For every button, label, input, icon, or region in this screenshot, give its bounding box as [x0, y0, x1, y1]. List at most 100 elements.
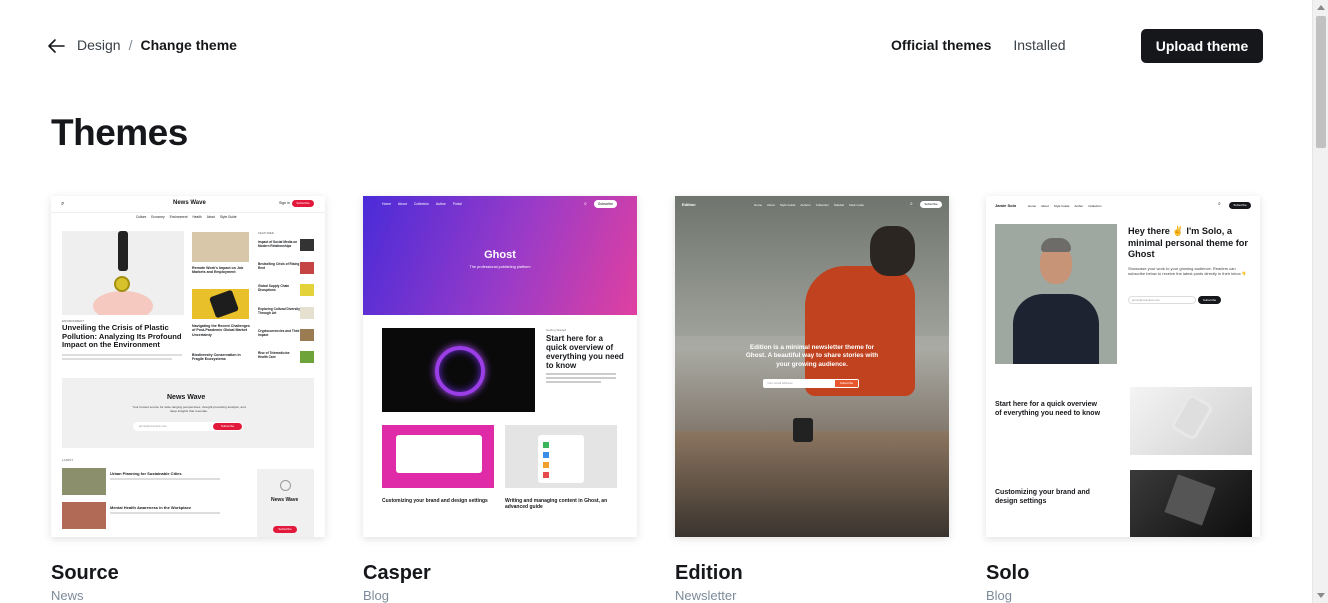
theme-category: Newsletter — [675, 588, 737, 603]
portrait-image — [995, 224, 1117, 364]
menu-item: Home — [1028, 204, 1037, 208]
banner-title: News Wave — [167, 394, 206, 401]
menu-item: Home — [382, 202, 392, 206]
menu-item: Home — [754, 203, 763, 207]
decor — [1013, 294, 1099, 364]
decor — [543, 452, 549, 458]
preview-button: Subscribe — [1198, 296, 1221, 304]
decor — [1164, 474, 1216, 526]
page-title: Themes — [51, 112, 188, 153]
scroll-up-arrow-icon[interactable] — [1317, 5, 1325, 10]
menu-item: Collection — [1088, 204, 1102, 208]
theme-card-edition[interactable]: Edition Home About Style Guide Authors C… — [675, 196, 949, 603]
menu-item: Portal — [452, 202, 462, 206]
decor — [546, 381, 601, 383]
decor — [675, 431, 949, 537]
theme-name: Casper — [363, 562, 431, 584]
menu-item: About — [1041, 204, 1049, 208]
article-title: Navigating the Recent Challenges of Post… — [192, 324, 250, 337]
side-thumb — [300, 351, 314, 363]
breadcrumb-current: Change theme — [140, 37, 237, 53]
side-thumb — [300, 307, 314, 319]
preview-site-title: Jamie Solo — [995, 203, 1017, 208]
hero-image — [62, 231, 184, 315]
search-icon: ⌕ — [910, 201, 913, 207]
theme-card-solo[interactable]: Jamie Solo Home About Style Guide Author… — [986, 196, 1260, 603]
menu-item: Culture — [136, 215, 147, 219]
theme-category: News — [51, 588, 84, 603]
card-image — [382, 425, 494, 488]
side-thumb — [300, 284, 314, 296]
menu-item: About — [767, 203, 775, 207]
menu-item: Environment — [169, 215, 188, 219]
side-thumb — [300, 329, 314, 341]
preview-tagline: The professional publishing platform — [469, 265, 531, 269]
menu-item: Economy — [151, 215, 165, 219]
tab-installed[interactable]: Installed — [1013, 37, 1065, 53]
menu-item: Style Guide — [220, 215, 237, 219]
banner-subscribe: Subscribe — [213, 423, 242, 430]
theme-name: Edition — [675, 562, 743, 584]
theme-preview-casper[interactable]: Home About Collection Author Portal ⌕ Su… — [363, 196, 637, 537]
newsletter-banner — [62, 378, 314, 448]
scroll-down-arrow-icon[interactable] — [1317, 593, 1325, 598]
decor — [1169, 392, 1215, 442]
menu-item: Style Guide — [1053, 204, 1070, 208]
side-thumb — [300, 262, 314, 274]
preview-site-title: Edition — [682, 202, 696, 207]
preview-subscribe: Subscribe — [292, 200, 314, 207]
preview-logo: Ghost — [484, 249, 516, 261]
theme-preview-source[interactable]: ⌕ News Wave Sign in Subscribe Culture Ec… — [51, 196, 325, 537]
card-title: Customizing your brand and design settin… — [382, 498, 488, 504]
latest-image — [62, 468, 106, 495]
side-subscribe: Subscribe — [273, 526, 297, 533]
preview-menu: Culture Economy Environment Health About… — [136, 215, 237, 219]
latest-label: LATEST — [62, 458, 74, 462]
menu-item: Authors — [800, 203, 811, 207]
decor — [546, 373, 616, 375]
post-title: Customizing your brand and design settin… — [995, 489, 1090, 505]
menu-item: Style Guide — [779, 203, 796, 207]
upload-theme-button[interactable]: Upload theme — [1141, 29, 1263, 63]
preview-site-title: News Wave — [173, 200, 206, 206]
post-tag: Getting Started — [546, 328, 567, 332]
decor — [396, 435, 482, 473]
tab-official-themes[interactable]: Official themes — [891, 37, 991, 53]
post-title: Start here for a quick overview of every… — [995, 401, 1101, 417]
decor — [110, 478, 220, 480]
decor — [208, 289, 240, 319]
decor — [543, 462, 549, 468]
decor — [62, 354, 182, 356]
menu-item: Dark mode — [849, 203, 864, 207]
theme-card-casper[interactable]: Home About Collection Author Portal ⌕ Su… — [363, 196, 637, 603]
menu-item: Author — [435, 202, 446, 206]
decor — [114, 276, 130, 292]
side-item: Rise of Telemedicine Health Care — [258, 351, 290, 359]
side-item: Exploring Cultural Diversity Through Art — [258, 307, 300, 315]
preview-menu: Home About Collection Author Portal — [382, 202, 462, 206]
divider — [51, 212, 325, 213]
theme-name: Solo — [986, 562, 1030, 584]
article-image — [192, 289, 249, 319]
menu-item: Sidebar — [833, 203, 845, 207]
post-title: Start here for a quick overview of every… — [546, 334, 624, 370]
theme-category: Blog — [986, 588, 1013, 603]
preview-menu: Home About Style Guide Authors Collectio… — [754, 203, 864, 207]
decor — [546, 377, 616, 379]
menu-item: Collection — [413, 202, 429, 206]
search-icon: ⌕ — [584, 201, 587, 207]
scrollbar-thumb[interactable] — [1316, 16, 1326, 148]
preview-sign-in: Sign in — [279, 201, 290, 205]
preview-headline: Edition is a minimal newsletter theme fo… — [745, 344, 879, 368]
post-image — [1130, 387, 1252, 455]
theme-card-source[interactable]: ⌕ News Wave Sign in Subscribe Culture Ec… — [51, 196, 325, 603]
decor — [793, 418, 813, 442]
decor — [1041, 238, 1071, 252]
theme-preview-edition[interactable]: Edition Home About Style Guide Authors C… — [675, 196, 949, 537]
back-arrow-icon[interactable] — [46, 36, 66, 56]
theme-preview-solo[interactable]: Jamie Solo Home About Style Guide Author… — [986, 196, 1260, 537]
article-title: Biodiversity Conservation in Fragile Eco… — [192, 353, 241, 362]
side-item: Impact of Social Media on Modern Relatio… — [258, 240, 298, 248]
page-scrollbar[interactable] — [1312, 0, 1328, 603]
breadcrumb-design-link[interactable]: Design — [77, 37, 121, 53]
